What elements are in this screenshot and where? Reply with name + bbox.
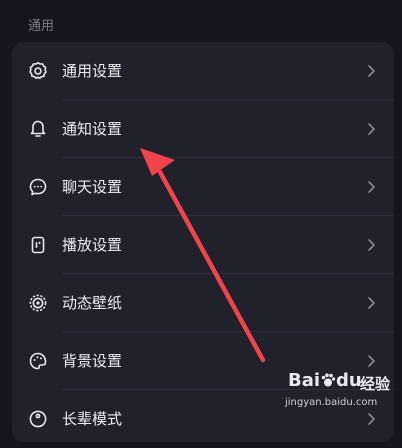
settings-item-label: 背景设置 xyxy=(62,352,123,370)
settings-card: 通用设置 通知设置 聊天设置 播放设置 动态壁纸 背景设置 长辈模式 xyxy=(12,42,394,442)
chevron-right-icon xyxy=(364,64,378,78)
gear-icon xyxy=(28,61,48,81)
chevron-right-icon xyxy=(364,296,378,310)
settings-item-label: 通用设置 xyxy=(62,62,123,80)
live-wallpaper-icon xyxy=(28,293,48,313)
palette-icon xyxy=(28,351,48,371)
section-header: 通用 xyxy=(28,19,55,34)
settings-item-chat[interactable]: 聊天设置 xyxy=(12,158,394,216)
settings-item-live-wallpaper[interactable]: 动态壁纸 xyxy=(12,274,394,332)
settings-item-playback[interactable]: 播放设置 xyxy=(12,216,394,274)
play-device-icon xyxy=(28,235,48,255)
settings-item-background[interactable]: 背景设置 xyxy=(12,332,394,390)
chevron-right-icon xyxy=(364,412,378,426)
bell-icon xyxy=(28,119,48,139)
settings-item-label: 通知设置 xyxy=(62,120,123,138)
chevron-right-icon xyxy=(364,180,378,194)
chat-bubble-icon xyxy=(28,177,48,197)
settings-item-label: 动态壁纸 xyxy=(62,294,123,312)
settings-item-elder-mode[interactable]: 长辈模式 xyxy=(12,390,394,448)
settings-item-label: 长辈模式 xyxy=(62,410,123,428)
settings-item-general[interactable]: 通用设置 xyxy=(12,42,394,100)
settings-item-label: 播放设置 xyxy=(62,236,123,254)
chevron-right-icon xyxy=(364,354,378,368)
elder-mode-icon xyxy=(28,409,48,429)
settings-item-label: 聊天设置 xyxy=(62,178,123,196)
chevron-right-icon xyxy=(364,238,378,252)
chevron-right-icon xyxy=(364,122,378,136)
settings-item-notifications[interactable]: 通知设置 xyxy=(12,100,394,158)
